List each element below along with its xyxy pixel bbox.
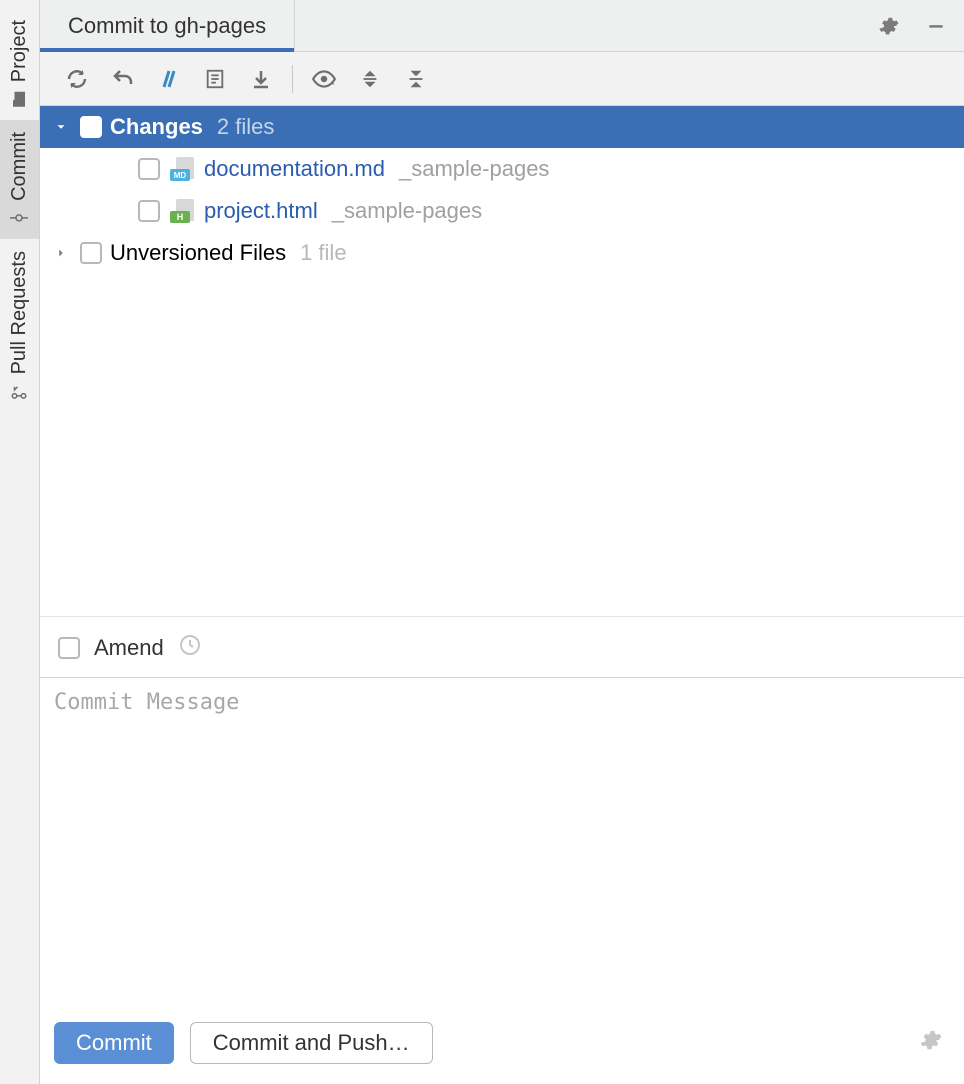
sidebar-label: Commit [8, 132, 31, 201]
tool-window-sidebar: Project Commit Pull Requests [0, 0, 40, 1084]
shelve-button[interactable] [240, 58, 282, 100]
file-checkbox[interactable] [138, 200, 160, 222]
commit-and-push-button[interactable]: Commit and Push… [190, 1022, 433, 1064]
tab-title: Commit to gh-pages [68, 13, 266, 39]
commit-options-button[interactable] [910, 1020, 950, 1066]
toolbar [40, 52, 964, 106]
show-options-button[interactable] [303, 58, 345, 100]
undo-icon [111, 67, 135, 91]
amend-bar: Amend [40, 616, 964, 678]
separator [292, 65, 293, 93]
unversioned-label: Unversioned Files [110, 240, 286, 266]
changes-label: Changes [110, 114, 203, 140]
html-file-icon: H [170, 199, 194, 223]
diff-icon [157, 67, 181, 91]
commit-icon [11, 209, 29, 227]
file-path: _sample-pages [332, 198, 482, 224]
sidebar-tab-commit[interactable]: Commit [0, 120, 39, 239]
history-button[interactable] [178, 633, 202, 663]
gear-icon [877, 15, 899, 37]
hide-button[interactable] [916, 6, 956, 46]
amend-label: Amend [94, 635, 164, 661]
tab-commit-branch[interactable]: Commit to gh-pages [40, 0, 295, 52]
collapse-all-button[interactable] [395, 58, 437, 100]
changes-node[interactable]: Changes 2 files [40, 106, 964, 148]
file-path: _sample-pages [399, 156, 549, 182]
file-checkbox[interactable] [138, 158, 160, 180]
diff-button[interactable] [148, 58, 190, 100]
folder-icon [11, 90, 29, 108]
settings-button[interactable] [868, 6, 908, 46]
sidebar-tab-pull-requests[interactable]: Pull Requests [0, 239, 39, 412]
button-bar: Commit Commit and Push… [40, 1008, 964, 1084]
gear-icon [918, 1028, 942, 1052]
markdown-file-icon: MD [170, 157, 194, 181]
chevron-down-icon[interactable] [50, 120, 72, 134]
changes-count: 2 files [217, 114, 274, 140]
unversioned-count: 1 file [300, 240, 346, 266]
collapse-icon [405, 68, 427, 90]
file-row[interactable]: MD documentation.md _sample-pages [40, 148, 964, 190]
changes-checkbox[interactable] [80, 116, 102, 138]
commit-message-area [40, 678, 964, 1008]
commit-message-input[interactable] [54, 690, 950, 990]
file-name: project.html [204, 198, 318, 224]
eye-icon [311, 66, 337, 92]
tab-bar: Commit to gh-pages [40, 0, 964, 52]
refresh-icon [65, 67, 89, 91]
expand-icon [359, 68, 381, 90]
pull-request-icon [11, 383, 29, 401]
file-row[interactable]: H project.html _sample-pages [40, 190, 964, 232]
history-icon [178, 633, 202, 657]
sidebar-label: Project [8, 20, 31, 82]
unversioned-node[interactable]: Unversioned Files 1 file [40, 232, 964, 274]
chevron-right-icon[interactable] [50, 246, 72, 260]
sidebar-label: Pull Requests [8, 251, 31, 374]
minimize-icon [926, 16, 946, 36]
shelve-icon [249, 67, 273, 91]
changelist-button[interactable] [194, 58, 236, 100]
changelist-icon [204, 68, 226, 90]
amend-checkbox[interactable] [58, 637, 80, 659]
refresh-button[interactable] [56, 58, 98, 100]
changes-tree: Changes 2 files MD documentation.md _sam… [40, 106, 964, 616]
expand-all-button[interactable] [349, 58, 391, 100]
commit-button[interactable]: Commit [54, 1022, 174, 1064]
file-name: documentation.md [204, 156, 385, 182]
unversioned-checkbox[interactable] [80, 242, 102, 264]
rollback-button[interactable] [102, 58, 144, 100]
commit-tool-window: Commit to gh-pages [40, 0, 964, 1084]
sidebar-tab-project[interactable]: Project [0, 8, 39, 120]
